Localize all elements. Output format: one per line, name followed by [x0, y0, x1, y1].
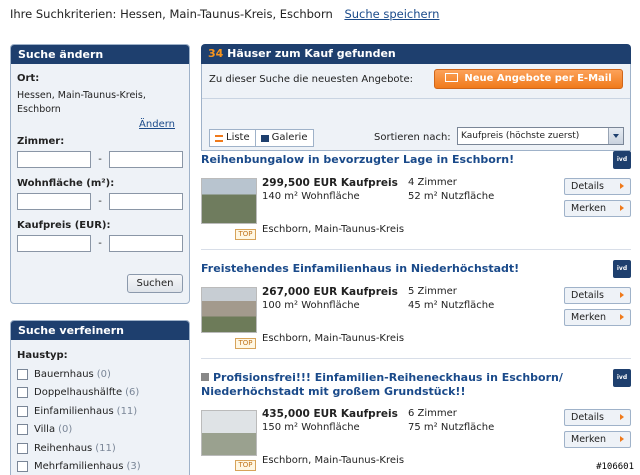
checkbox[interactable]: [17, 424, 28, 436]
change-search-title: Suche ändern: [11, 45, 189, 64]
ort-label: Ort:: [17, 73, 40, 84]
listing-title[interactable]: Freistehendes Einfamilienhaus in Niederh…: [201, 262, 581, 276]
listing-divider: [201, 358, 631, 359]
view-list-tab[interactable]: Liste: [210, 130, 255, 146]
refine-search-title: Suche verfeinern: [11, 321, 189, 340]
list-icon: [215, 134, 223, 142]
listing-divider: [201, 249, 631, 250]
listing-title[interactable]: Profisionsfrei!!! Einfamilien-Reiheneckh…: [201, 371, 581, 399]
listing-usable-area: 75 m² Nutzfläche: [408, 422, 495, 433]
details-button[interactable]: Details: [564, 287, 631, 304]
haustyp-label: Haustyp:: [17, 350, 68, 361]
info-flag-icon: [201, 373, 209, 381]
top-badge: TOP: [235, 338, 256, 349]
results-title: Häuser zum Kauf gefunden: [227, 47, 396, 60]
listing-city: Eschborn, Main-Taunus-Kreis: [262, 224, 405, 235]
toolbar-divider: [202, 98, 630, 99]
merken-button[interactable]: Merken: [564, 309, 631, 326]
refine-search-panel: Suche verfeinern Haustyp: Bauernhaus (0) …: [10, 320, 190, 475]
listing-usable-area: 52 m² Nutzfläche: [408, 191, 495, 202]
range-dash: -: [98, 154, 102, 165]
haustyp-option[interactable]: Reihenhaus (11): [17, 439, 183, 458]
listing-price: 299,500 EUR Kaufpreis: [262, 177, 398, 189]
ort-value: Hessen, Main-Taunus-Kreis, Eschborn: [17, 90, 146, 115]
search-button[interactable]: Suchen: [127, 274, 183, 293]
watermark-id: #106601: [594, 462, 636, 472]
envelope-icon: [445, 73, 459, 82]
results-toolbar: Zu dieser Suche die neuesten Angebote: N…: [201, 64, 631, 151]
email-alert-button[interactable]: Neue Angebote per E-Mail: [434, 69, 623, 89]
view-toggle: Liste Galerie: [209, 129, 314, 147]
change-search-panel: Suche ändern Ort: Hessen, Main-Taunus-Kr…: [10, 44, 190, 304]
kaufpreis-min-input[interactable]: [17, 235, 91, 252]
haustyp-option[interactable]: Villa (0): [17, 421, 183, 440]
view-gallery-tab[interactable]: Galerie: [254, 130, 313, 146]
merken-button[interactable]: Merken: [564, 200, 631, 217]
listing-item: Profisionsfrei!!! Einfamilien-Reiheneckh…: [201, 369, 631, 475]
kaufpreis-label: Kaufpreis (EUR):: [17, 220, 111, 231]
search-criteria-line: Ihre Suchkriterien: Hessen, Main-Taunus-…: [10, 7, 439, 21]
listing-title[interactable]: Reihenbungalow in bevorzugter Lage in Es…: [201, 153, 581, 167]
change-location-link[interactable]: Ändern: [17, 119, 183, 130]
kaufpreis-max-input[interactable]: [109, 235, 183, 252]
results-count: 34: [208, 47, 224, 60]
chevron-down-icon[interactable]: [608, 128, 623, 144]
listing-city: Eschborn, Main-Taunus-Kreis: [262, 455, 405, 466]
results-area: 34 Häuser zum Kauf gefunden Zu dieser Su…: [201, 44, 631, 475]
details-button[interactable]: Details: [564, 178, 631, 195]
haustyp-option[interactable]: Einfamilienhaus (11): [17, 402, 183, 421]
listing-living-area: 100 m² Wohnfläche: [262, 300, 360, 311]
zimmer-max-input[interactable]: [109, 151, 183, 168]
listing-item: Freistehendes Einfamilienhaus in Niederh…: [201, 260, 631, 360]
range-dash: -: [98, 238, 102, 249]
wohnflaeche-label: Wohnfläche (m²):: [17, 178, 115, 189]
checkbox[interactable]: [17, 405, 28, 417]
listing-living-area: 150 m² Wohnfläche: [262, 422, 360, 433]
listing-rooms: 6 Zimmer: [408, 408, 457, 419]
search-criteria-text: Ihre Suchkriterien: Hessen, Main-Taunus-…: [10, 7, 333, 21]
listing-photo[interactable]: [201, 410, 257, 456]
details-button[interactable]: Details: [564, 409, 631, 426]
checkbox[interactable]: [17, 387, 28, 399]
listing-photo[interactable]: [201, 178, 257, 224]
listing-rooms: 5 Zimmer: [408, 286, 457, 297]
listing-living-area: 140 m² Wohnfläche: [262, 191, 360, 202]
listing-price: 435,000 EUR Kaufpreis: [262, 408, 398, 420]
zimmer-label: Zimmer:: [17, 136, 65, 147]
gallery-icon: [260, 134, 269, 142]
listing-price: 267,000 EUR Kaufpreis: [262, 286, 398, 298]
wohnflaeche-min-input[interactable]: [17, 193, 91, 210]
ivd-logo-icon: ivd: [613, 369, 631, 387]
ivd-logo-icon: ivd: [613, 260, 631, 278]
listing-rooms: 4 Zimmer: [408, 177, 457, 188]
haustyp-option[interactable]: Mehrfamilienhaus (3): [17, 458, 183, 475]
top-badge: TOP: [235, 229, 256, 240]
ivd-logo-icon: ivd: [613, 151, 631, 169]
listing-usable-area: 45 m² Nutzfläche: [408, 300, 495, 311]
kaufpreis-range: -: [17, 235, 183, 252]
newest-offers-text: Zu dieser Suche die neuesten Angebote:: [209, 74, 413, 85]
sort-select[interactable]: Kaufpreis (höchste zuerst): [457, 127, 624, 145]
sort-label: Sortieren nach:: [374, 132, 451, 143]
checkbox[interactable]: [17, 368, 28, 380]
zimmer-range: -: [17, 151, 183, 168]
zimmer-min-input[interactable]: [17, 151, 91, 168]
top-badge: TOP: [235, 460, 256, 471]
listing-photo[interactable]: [201, 287, 257, 333]
results-header: 34 Häuser zum Kauf gefunden: [201, 44, 631, 64]
listing-city: Eschborn, Main-Taunus-Kreis: [262, 333, 405, 344]
wohnflaeche-range: -: [17, 193, 183, 210]
checkbox[interactable]: [17, 442, 28, 454]
haustyp-option[interactable]: Doppelhaushälfte (6): [17, 384, 183, 403]
wohnflaeche-max-input[interactable]: [109, 193, 183, 210]
range-dash: -: [98, 196, 102, 207]
save-search-link[interactable]: Suche speichern: [344, 7, 439, 21]
merken-button[interactable]: Merken: [564, 431, 631, 448]
haustyp-option[interactable]: Bauernhaus (0): [17, 365, 183, 384]
listing-item: Reihenbungalow in bevorzugter Lage in Es…: [201, 151, 631, 251]
checkbox[interactable]: [17, 461, 28, 473]
